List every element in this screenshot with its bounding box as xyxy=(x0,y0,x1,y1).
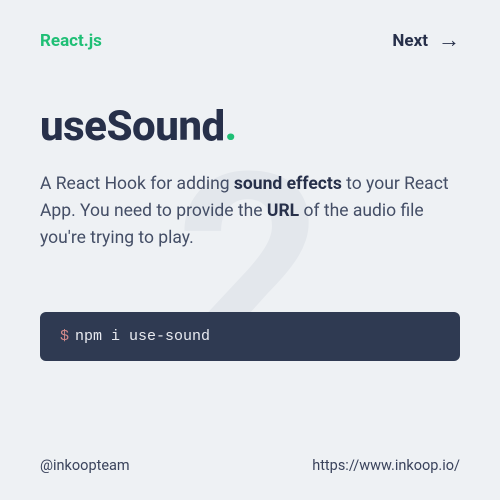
footer-handle: @inkoopteam xyxy=(40,457,130,474)
page-title: useSound. xyxy=(40,102,460,151)
footer: @inkoopteam https://www.inkoop.io/ xyxy=(40,457,460,474)
desc-part1: A React Hook for adding xyxy=(40,174,234,194)
next-label: Next xyxy=(392,31,428,51)
desc-bold2: URL xyxy=(267,201,299,221)
terminal-command: npm i use-sound xyxy=(75,328,210,345)
title-dot: . xyxy=(225,102,237,151)
title-text: useSound xyxy=(40,102,225,151)
terminal-block: $ npm i use-sound xyxy=(40,312,460,361)
description: A React Hook for adding sound effects to… xyxy=(40,171,460,252)
brand-label: React.js xyxy=(40,31,102,51)
next-button[interactable]: Next → xyxy=(392,30,460,52)
footer-url: https://www.inkoop.io/ xyxy=(312,457,460,474)
main-content: useSound. A React Hook for adding sound … xyxy=(0,52,500,361)
arrow-right-icon: → xyxy=(438,30,460,52)
desc-bold1: sound effects xyxy=(234,174,342,194)
terminal-prompt: $ xyxy=(60,328,69,345)
header: React.js Next → xyxy=(0,0,500,52)
